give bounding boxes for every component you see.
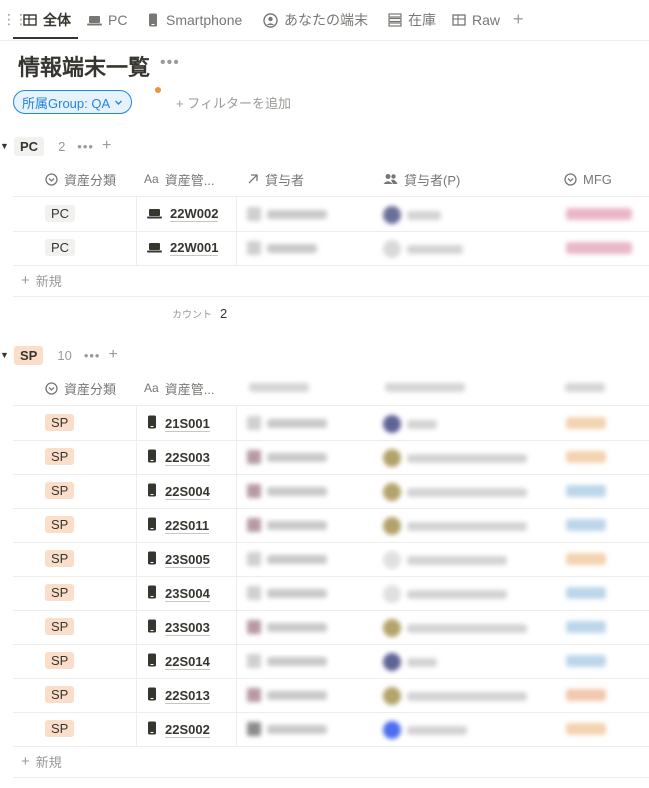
select-icon bbox=[45, 172, 58, 186]
chevron-down-icon bbox=[115, 100, 123, 105]
tab-pc[interactable]: PC bbox=[87, 10, 127, 30]
add-icon[interactable]: + bbox=[108, 346, 117, 364]
count-label: カウント bbox=[172, 310, 212, 321]
tab-label: あなたの端末 bbox=[284, 12, 368, 28]
column-label: 資産分類 bbox=[64, 381, 117, 397]
tab-smartphone[interactable]: Smartphone bbox=[145, 10, 242, 30]
table-row[interactable]: SP 22S004 bbox=[13, 474, 649, 509]
phone-icon bbox=[145, 13, 160, 28]
redacted-content bbox=[13, 610, 649, 644]
count-summary[interactable]: カウント 2 bbox=[172, 306, 227, 321]
notification-dot bbox=[155, 87, 161, 93]
select-icon bbox=[45, 381, 58, 395]
tab-label: 在庫 bbox=[408, 12, 436, 28]
table-row[interactable]: PC 22W001 bbox=[13, 231, 649, 266]
add-filter-label: フィルターを追加 bbox=[187, 96, 291, 111]
table-header: 資産分類 Aa 資産管... 貸与者 貸与者(P) MFG bbox=[13, 163, 649, 195]
column-label: 資産管... bbox=[164, 172, 215, 188]
select-icon bbox=[564, 172, 577, 186]
tab-label: PC bbox=[108, 12, 128, 28]
table-row[interactable]: SP 22S013 bbox=[13, 678, 649, 713]
new-row-label: 新規 bbox=[35, 755, 62, 770]
new-row-button[interactable]: + 新規 bbox=[13, 746, 649, 778]
column-label: 貸与者(P) bbox=[404, 172, 461, 188]
column-header-lender-person[interactable]: 貸与者(P) bbox=[383, 163, 460, 195]
table-row[interactable]: SP 22S011 bbox=[13, 508, 649, 543]
column-label: 資産管... bbox=[164, 381, 215, 397]
table-row[interactable]: PC 22W002 bbox=[13, 197, 649, 232]
laptop-icon bbox=[87, 13, 102, 28]
group-header-sp: ▼ SP 10 ••• + bbox=[0, 345, 118, 365]
tab-all[interactable]: 全体 bbox=[22, 10, 71, 30]
text-type-icon: Aa bbox=[144, 172, 159, 186]
new-row-button[interactable]: + 新規 bbox=[13, 265, 649, 297]
active-tab-indicator bbox=[13, 37, 78, 39]
table-row[interactable]: SP 23S005 bbox=[13, 542, 649, 577]
people-icon bbox=[383, 174, 398, 184]
redacted-content bbox=[13, 406, 649, 440]
tab-label: Raw bbox=[472, 12, 501, 28]
filter-chip-label: 所属Group: QA bbox=[22, 95, 111, 111]
column-header-category[interactable]: 資産分類 bbox=[45, 372, 116, 404]
table-row[interactable]: SP 22S002 bbox=[13, 712, 649, 747]
add-view-icon[interactable]: + bbox=[513, 9, 524, 30]
table-icon bbox=[451, 13, 466, 28]
table-icon bbox=[22, 13, 37, 28]
group-tag[interactable]: SP bbox=[14, 345, 44, 365]
redacted-content bbox=[13, 508, 649, 542]
table-row[interactable]: SP 22S014 bbox=[13, 644, 649, 679]
group-count: 10 bbox=[57, 347, 72, 363]
column-header-asset-id[interactable]: Aa 資産管... bbox=[144, 372, 215, 404]
view-tabs: ⋮⋮ 全体 PC Smartphone あなたの端末 在庫 Raw + bbox=[0, 0, 649, 41]
plus-icon: + bbox=[176, 96, 184, 111]
more-icon[interactable]: ••• bbox=[160, 54, 180, 72]
column-label: 貸与者 bbox=[265, 172, 305, 188]
tab-your-devices[interactable]: あなたの端末 bbox=[263, 10, 368, 30]
more-icon[interactable]: ••• bbox=[77, 139, 94, 154]
list-icon bbox=[387, 13, 402, 28]
redacted-content bbox=[13, 231, 649, 265]
redacted-content bbox=[13, 542, 649, 576]
redacted-content bbox=[13, 440, 649, 474]
group-count: 2 bbox=[58, 138, 66, 154]
redacted-content bbox=[13, 678, 649, 712]
column-header-lender[interactable]: 貸与者 bbox=[247, 163, 304, 195]
page-title: 情報端末一覧 bbox=[18, 55, 151, 80]
tab-label: Smartphone bbox=[166, 12, 243, 28]
plus-icon: + bbox=[21, 272, 30, 289]
redacted-header bbox=[243, 372, 649, 404]
collapse-triangle-icon[interactable]: ▼ bbox=[0, 350, 14, 360]
filter-chip-group[interactable]: 所属Group: QA bbox=[13, 90, 133, 114]
arrow-up-right-icon bbox=[248, 174, 258, 184]
column-label: 資産分類 bbox=[64, 172, 117, 188]
collapse-triangle-icon[interactable]: ▼ bbox=[0, 141, 14, 151]
table-row[interactable]: SP 23S004 bbox=[13, 576, 649, 611]
tab-label: 全体 bbox=[43, 12, 71, 28]
column-label: MFG bbox=[583, 171, 612, 187]
user-circle-icon bbox=[263, 12, 278, 28]
redacted-content bbox=[13, 197, 649, 231]
count-value: 2 bbox=[220, 306, 228, 321]
group-header-pc: ▼ PC 2 ••• + bbox=[0, 136, 111, 156]
table-row[interactable]: SP 23S003 bbox=[13, 610, 649, 645]
new-row-label: 新規 bbox=[35, 274, 62, 289]
add-filter-button[interactable]: + フィルターを追加 bbox=[176, 93, 291, 112]
add-icon[interactable]: + bbox=[102, 137, 111, 155]
redacted-content bbox=[13, 474, 649, 508]
table-header: 資産分類 Aa 資産管... bbox=[13, 372, 649, 404]
redacted-content bbox=[13, 712, 649, 746]
plus-icon: + bbox=[21, 753, 30, 770]
column-header-mfg[interactable]: MFG bbox=[564, 163, 612, 195]
group-tag[interactable]: PC bbox=[14, 136, 45, 156]
text-type-icon: Aa bbox=[144, 381, 159, 395]
tab-inventory[interactable]: 在庫 bbox=[387, 10, 436, 30]
column-header-category[interactable]: 資産分類 bbox=[45, 163, 116, 195]
more-icon[interactable]: ••• bbox=[84, 348, 101, 363]
tab-raw[interactable]: Raw bbox=[451, 10, 500, 30]
table-row[interactable]: SP 22S003 bbox=[13, 440, 649, 475]
redacted-content bbox=[13, 644, 649, 678]
redacted-content bbox=[13, 576, 649, 610]
table-row[interactable]: SP 21S001 bbox=[13, 406, 649, 441]
column-header-asset-id[interactable]: Aa 資産管... bbox=[144, 163, 215, 195]
